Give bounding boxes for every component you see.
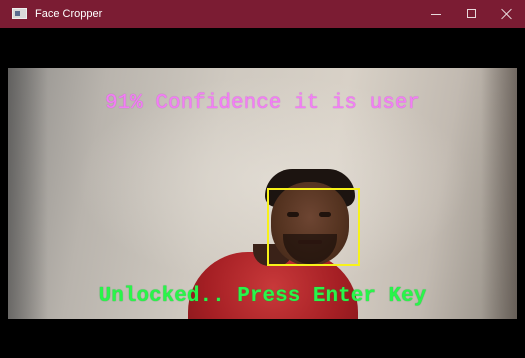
face-detection-box [267,188,360,266]
maximize-button[interactable] [454,0,490,28]
minimize-icon [431,14,441,15]
unlock-status-label: Unlocked.. Press Enter Key [98,285,427,308]
window-title: Face Cropper [35,8,103,20]
maximize-icon [467,9,476,18]
minimize-button[interactable] [418,0,454,28]
face-cropper-window: Face Cropper 91% Confidence it is user U… [0,0,525,358]
confidence-label: 91% Confidence it is user [104,92,421,115]
close-button[interactable] [489,0,525,28]
camera-frame: 91% Confidence it is user Unlocked.. Pre… [8,68,517,319]
app-icon [12,8,27,19]
close-icon [501,8,513,20]
title-bar[interactable]: Face Cropper [0,0,525,28]
